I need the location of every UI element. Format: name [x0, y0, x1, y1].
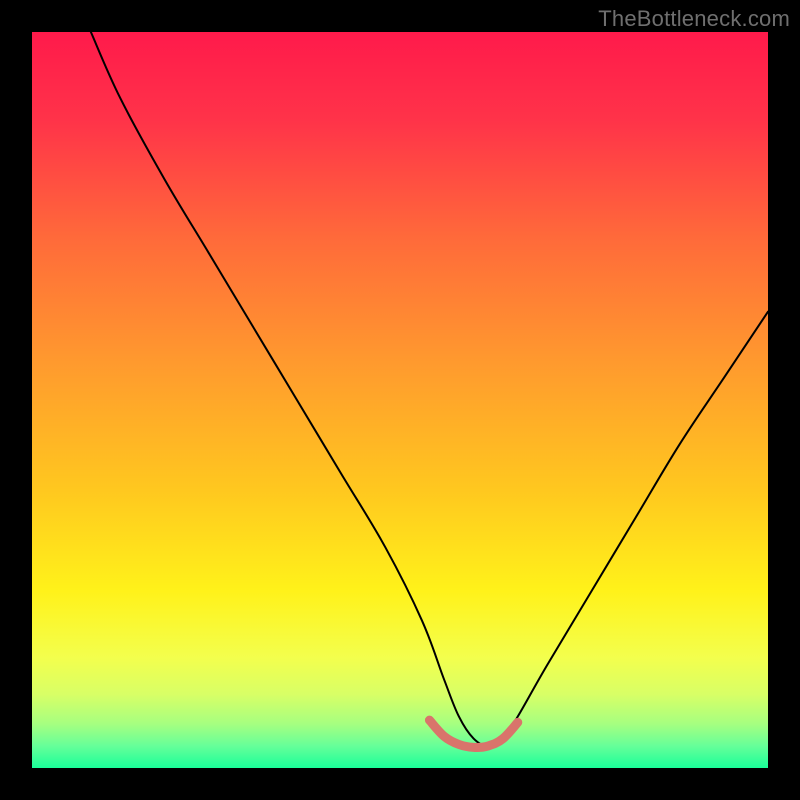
- watermark-text: TheBottleneck.com: [598, 6, 790, 32]
- chart-frame: TheBottleneck.com: [0, 0, 800, 800]
- plot-area: [32, 32, 768, 768]
- curves-layer: [32, 32, 768, 768]
- highlight-segment: [429, 720, 517, 747]
- bottleneck-curve: [91, 32, 768, 746]
